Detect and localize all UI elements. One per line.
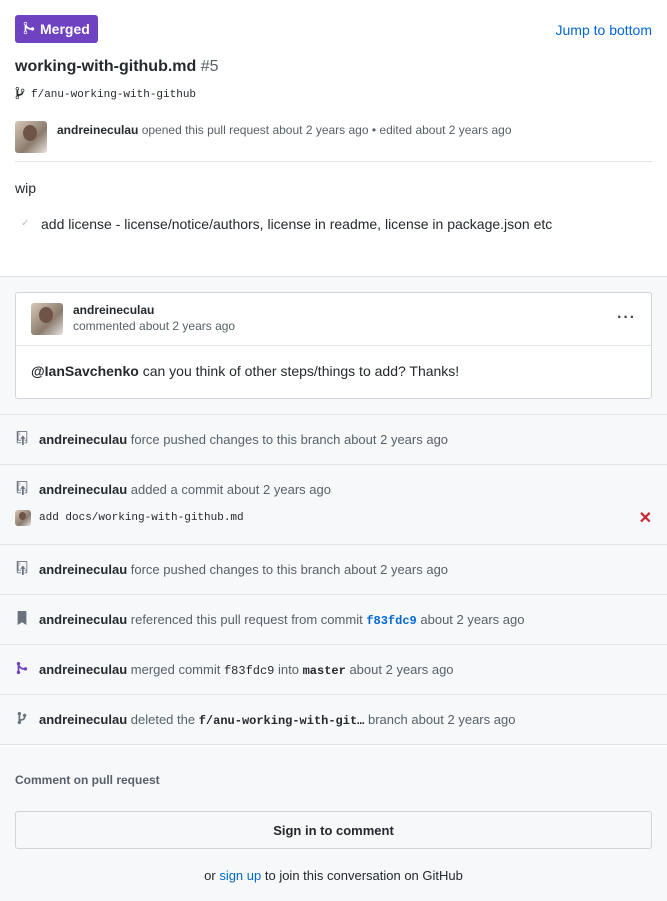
event-text: force pushed changes to this branch abou… bbox=[130, 562, 449, 577]
edited-text[interactable]: • edited about 2 years ago bbox=[372, 123, 512, 137]
comment-label: Comment on pull request bbox=[15, 773, 160, 787]
timeline-event-force-push: andreineculau force pushed changes to th… bbox=[0, 415, 667, 465]
event-text: deleted the bbox=[130, 711, 196, 727]
comment-header: andreineculau commented about 2 years ag… bbox=[16, 293, 651, 346]
pr-title: working-with-github.md bbox=[15, 58, 197, 75]
commit-row: add docs/working-with-github.md ✕ bbox=[15, 508, 652, 528]
checkbox-icon: ✓ bbox=[21, 218, 30, 229]
merge-icon bbox=[15, 661, 29, 678]
branch-name[interactable]: f/anu-working-with-github bbox=[31, 89, 196, 101]
timeline-event-reference: andreineculau referenced this pull reque… bbox=[0, 595, 667, 645]
event-time: about 2 years ago bbox=[349, 661, 454, 677]
commit-message[interactable]: add docs/working-with-github.md bbox=[39, 512, 244, 524]
comment-body: @IanSavchenko can you think of other ste… bbox=[16, 346, 651, 396]
event-text: merged commit bbox=[130, 661, 221, 677]
task-item: ✓ add license - license/notice/authors, … bbox=[15, 216, 652, 232]
branch-icon bbox=[15, 711, 29, 728]
join-line: or sign up to join this conversation on … bbox=[15, 868, 652, 883]
event-actor[interactable]: andreineculau bbox=[39, 562, 127, 577]
task-text: add license - license/notice/authors, li… bbox=[41, 216, 553, 232]
branch-icon bbox=[15, 86, 25, 103]
branch-ref: f/anu-working-with-github bbox=[15, 86, 652, 103]
opened-text: opened this pull request about 2 years a… bbox=[141, 123, 369, 137]
timeline-event-commit: andreineculau added a commit about 2 yea… bbox=[0, 465, 667, 545]
status-badge-label: Merged bbox=[40, 21, 90, 37]
pr-body: wip bbox=[15, 180, 37, 196]
repo-push-icon bbox=[15, 481, 29, 498]
commit-sha[interactable]: f83fdc9 bbox=[224, 664, 274, 678]
sign-in-button[interactable]: Sign in to comment bbox=[15, 811, 652, 849]
author-link[interactable]: andreineculau bbox=[57, 123, 138, 137]
comment-author[interactable]: andreineculau bbox=[73, 303, 235, 317]
timeline-event-branch-deleted: andreineculau deleted the f/anu-working-… bbox=[0, 695, 667, 745]
divider bbox=[15, 161, 652, 162]
page-title: working-with-github.md #5 bbox=[15, 58, 652, 76]
event-actor[interactable]: andreineculau bbox=[39, 712, 127, 727]
or-text: or bbox=[204, 868, 216, 883]
kebab-menu-icon[interactable]: ··· bbox=[617, 309, 636, 327]
event-actor[interactable]: andreineculau bbox=[39, 662, 127, 677]
pr-header: Merged Jump to bottom working-with-githu… bbox=[0, 0, 667, 277]
sign-up-link[interactable]: sign up bbox=[219, 868, 261, 883]
event-time: branch about 2 years ago bbox=[368, 711, 516, 727]
target-branch[interactable]: master bbox=[303, 664, 346, 678]
event-actor[interactable]: andreineculau bbox=[39, 482, 127, 497]
jump-to-bottom-link[interactable]: Jump to bottom bbox=[556, 22, 653, 38]
join-text: to join this conversation on GitHub bbox=[264, 868, 463, 883]
comment-footer: Comment on pull request Sign in to comme… bbox=[0, 747, 667, 901]
merge-icon bbox=[23, 21, 35, 38]
event-time: about 2 years ago bbox=[420, 611, 525, 627]
timeline-event-force-push: andreineculau force pushed changes to th… bbox=[0, 545, 667, 595]
deleted-branch-name: f/anu-working-with-git… bbox=[198, 713, 365, 728]
event-actor[interactable]: andreineculau bbox=[39, 612, 127, 627]
pr-number: #5 bbox=[200, 58, 219, 75]
event-text: referenced this pull request from commit bbox=[130, 611, 363, 627]
bookmark-icon bbox=[15, 611, 29, 628]
timeline-event-merge: andreineculau merged commit f83fdc9 into… bbox=[0, 645, 667, 695]
status-badge: Merged bbox=[15, 15, 98, 43]
comment-container: andreineculau commented about 2 years ag… bbox=[0, 277, 667, 415]
repo-push-icon bbox=[15, 561, 29, 578]
event-actor[interactable]: andreineculau bbox=[39, 432, 127, 447]
avatar[interactable] bbox=[15, 121, 47, 153]
event-text-into: into bbox=[278, 661, 299, 677]
pr-meta: andreineculau opened this pull request a… bbox=[15, 121, 652, 161]
comment-text: can you think of other steps/things to a… bbox=[142, 363, 460, 379]
mention-link[interactable]: @IanSavchenko bbox=[31, 363, 139, 379]
repo-push-icon bbox=[15, 431, 29, 448]
event-text: force pushed changes to this branch abou… bbox=[130, 432, 449, 447]
avatar[interactable] bbox=[31, 303, 63, 335]
comment-box: andreineculau commented about 2 years ag… bbox=[15, 292, 652, 399]
commit-sha-link[interactable]: f83fdc9 bbox=[366, 614, 416, 628]
comment-time[interactable]: commented about 2 years ago bbox=[73, 319, 235, 333]
failed-status-icon[interactable]: ✕ bbox=[639, 508, 652, 528]
event-text: added a commit about 2 years ago bbox=[130, 482, 331, 497]
avatar[interactable] bbox=[15, 510, 31, 526]
